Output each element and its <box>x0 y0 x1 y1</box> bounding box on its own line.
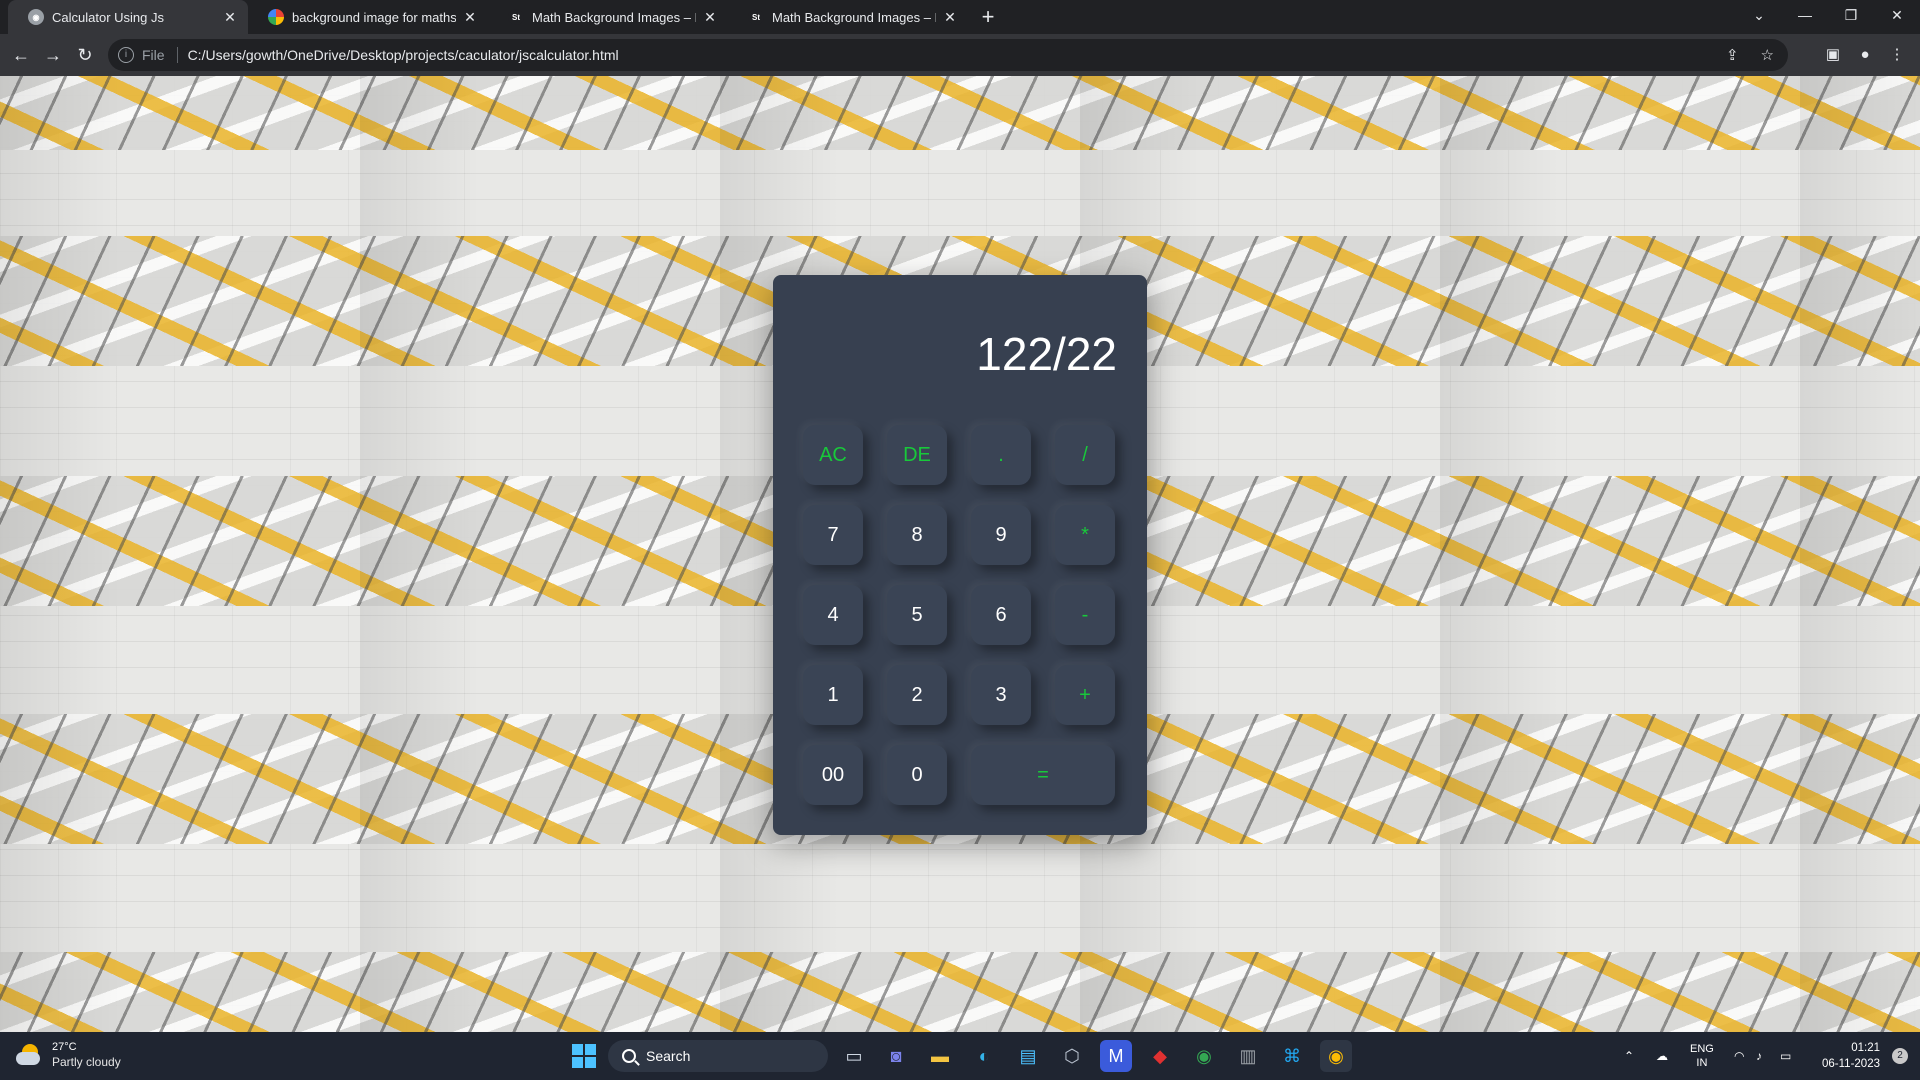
background-shade <box>360 76 480 1032</box>
key-multiply[interactable]: * <box>1055 505 1115 565</box>
key-8[interactable]: 8 <box>887 505 947 565</box>
tray-overflow-icon[interactable]: ⌃ <box>1624 1032 1634 1080</box>
volume-icon[interactable]: ♪ <box>1756 1032 1762 1080</box>
weather-widget[interactable]: 27°C Partly cloudy <box>16 1040 121 1070</box>
tab-title: Calculator Using Js <box>52 9 164 25</box>
microsoft-store-icon[interactable]: ▤ <box>1012 1040 1044 1072</box>
close-icon[interactable]: ✕ <box>942 9 958 26</box>
taskbar-clock[interactable]: 01:21 06-11-2023 <box>1822 1040 1880 1072</box>
key-9[interactable]: 9 <box>971 505 1031 565</box>
printer-app-icon[interactable]: ▥ <box>1232 1040 1264 1072</box>
close-icon[interactable]: ✕ <box>222 9 238 26</box>
app-cube-icon[interactable]: ⬡ <box>1056 1040 1088 1072</box>
url-text[interactable]: C:/Users/gowth/OneDrive/Desktop/projects… <box>188 47 619 63</box>
mcafee-icon[interactable]: ◆ <box>1144 1040 1176 1072</box>
key-all-clear[interactable]: AC <box>803 425 863 485</box>
key-4[interactable]: 4 <box>803 585 863 645</box>
bookmark-star-icon[interactable]: ☆ <box>1761 46 1774 64</box>
edge-icon[interactable]: ◐ <box>968 1040 1000 1072</box>
key-0[interactable]: 0 <box>887 745 947 805</box>
chrome-active-icon[interactable]: ◉ <box>1320 1040 1352 1072</box>
tab-math-backgrounds-1[interactable]: St Math Background Images – Brow ✕ <box>488 0 728 34</box>
profile-icon[interactable]: ● <box>1854 44 1876 66</box>
chrome-icon[interactable]: ◉ <box>1188 1040 1220 1072</box>
key-2[interactable]: 2 <box>887 665 947 725</box>
close-window-icon[interactable]: ✕ <box>1874 0 1920 30</box>
weather-temp: 27°C <box>52 1041 77 1053</box>
background-pattern <box>0 952 1920 1032</box>
teams-chat-icon[interactable]: ◙ <box>880 1040 912 1072</box>
key-equals[interactable]: = <box>971 745 1115 805</box>
page-background: 122/22 AC DE . / 7 8 9 * 4 5 6 - 1 2 3 +… <box>0 76 1920 1032</box>
omnibox-actions: ⇪ ☆ <box>1726 46 1774 64</box>
taskbar-search[interactable]: Search <box>608 1040 828 1072</box>
share-icon[interactable]: ⇪ <box>1726 46 1739 64</box>
close-icon[interactable]: ✕ <box>462 9 478 26</box>
start-windows-icon[interactable] <box>572 1044 596 1068</box>
page-icon: ◉ <box>28 9 44 25</box>
info-icon[interactable]: i <box>118 47 134 63</box>
tab-title: Math Background Images – Brow <box>532 9 696 25</box>
task-view-icon[interactable]: ▭ <box>838 1040 870 1072</box>
onedrive-icon[interactable]: ☁ <box>1656 1032 1668 1080</box>
key-subtract[interactable]: - <box>1055 585 1115 645</box>
key-7[interactable]: 7 <box>803 505 863 565</box>
tab-search-icon[interactable]: ⌄ <box>1736 0 1782 30</box>
back-icon[interactable]: ← <box>8 42 34 68</box>
language-indicator[interactable]: ENG IN <box>1690 1032 1714 1080</box>
reload-icon[interactable]: ↻ <box>72 42 98 68</box>
taskbar: 27°C Partly cloudy Search ▭ ◙ ▬ ◐ ▤ ⬡ M … <box>0 1032 1920 1080</box>
region-code: IN <box>1696 1057 1708 1069</box>
divider <box>176 47 178 63</box>
st-icon: St <box>508 9 524 25</box>
calculator: 122/22 AC DE . / 7 8 9 * 4 5 6 - 1 2 3 +… <box>773 275 1147 835</box>
background-pattern <box>0 76 1920 150</box>
battery-icon[interactable]: ▭ <box>1780 1032 1791 1080</box>
vscode-icon[interactable]: ⌘ <box>1276 1040 1308 1072</box>
search-label: Search <box>646 1048 691 1064</box>
restore-icon[interactable]: ❐ <box>1828 0 1874 30</box>
forward-icon[interactable]: → <box>40 42 66 68</box>
key-5[interactable]: 5 <box>887 585 947 645</box>
key-add[interactable]: + <box>1055 665 1115 725</box>
tab-title: background image for maths - G <box>292 9 456 25</box>
partly-cloudy-icon <box>16 1044 44 1066</box>
key-3[interactable]: 3 <box>971 665 1031 725</box>
tab-google-search[interactable]: background image for maths - G ✕ <box>248 0 488 34</box>
new-tab-button[interactable]: + <box>976 5 1000 29</box>
weather-condition: Partly cloudy <box>52 1055 121 1069</box>
file-explorer-icon[interactable]: ▬ <box>924 1040 956 1072</box>
close-icon[interactable]: ✕ <box>702 9 718 26</box>
key-divide[interactable]: / <box>1055 425 1115 485</box>
wifi-icon[interactable]: ◠ <box>1734 1032 1744 1080</box>
background-shade <box>0 76 120 1032</box>
tab-title: Math Background Images – Brow <box>772 9 936 25</box>
app-m-icon[interactable]: M <box>1100 1040 1132 1072</box>
notification-badge[interactable]: 2 <box>1892 1048 1908 1064</box>
tab-math-backgrounds-2[interactable]: St Math Background Images – Brow ✕ <box>728 0 968 34</box>
background-shade <box>1440 76 1560 1032</box>
menu-kebab-icon[interactable]: ⋮ <box>1886 44 1908 66</box>
minimize-icon[interactable]: — <box>1782 0 1828 30</box>
clock-date: 06-11-2023 <box>1822 1058 1880 1070</box>
language-code: ENG <box>1690 1043 1714 1055</box>
clock-time: 01:21 <box>1851 1042 1880 1054</box>
browser-tab-strip: ◉ Calculator Using Js ✕ background image… <box>0 0 1920 34</box>
browser-toolbar: ← → ↻ i File C:/Users/gowth/OneDrive/Des… <box>0 34 1920 76</box>
key-delete[interactable]: DE <box>887 425 947 485</box>
tab-calculator[interactable]: ◉ Calculator Using Js ✕ <box>8 0 248 34</box>
background-shade <box>1800 76 1920 1032</box>
st-icon: St <box>748 9 764 25</box>
google-icon <box>268 9 284 25</box>
side-panel-icon[interactable]: ▣ <box>1822 44 1844 66</box>
calculator-display: 122/22 <box>976 328 1117 380</box>
address-bar[interactable]: i File C:/Users/gowth/OneDrive/Desktop/p… <box>108 39 1788 71</box>
url-scheme: File <box>142 47 165 63</box>
key-double-zero[interactable]: 00 <box>803 745 863 805</box>
search-icon <box>622 1049 636 1063</box>
key-decimal[interactable]: . <box>971 425 1031 485</box>
key-1[interactable]: 1 <box>803 665 863 725</box>
key-6[interactable]: 6 <box>971 585 1031 645</box>
